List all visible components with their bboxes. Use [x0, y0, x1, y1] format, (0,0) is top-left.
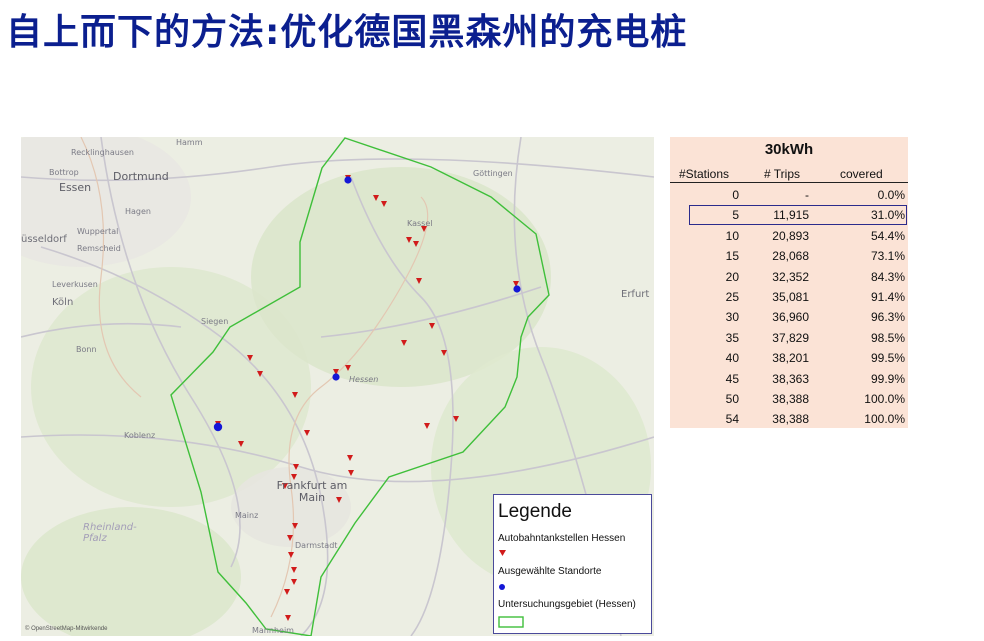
cell-trips: 28,068	[772, 249, 809, 264]
legend-item-stations: Autobahntankstellen Hessen	[498, 533, 626, 544]
map-legend: Legende Autobahntankstellen Hessen Ausge…	[493, 494, 652, 634]
cell-stations: 45	[725, 371, 739, 386]
cell-stations: 25	[725, 290, 739, 304]
map-label-essen: Essen	[59, 181, 92, 194]
map-label-koeln: Köln	[52, 297, 74, 308]
legend-item-area: Untersuchungsgebiet (Hessen)	[498, 599, 636, 610]
cell-covered: 0.0%	[877, 188, 905, 202]
cell-stations: 40	[725, 351, 739, 366]
cell-trips: -	[805, 188, 809, 202]
cell-trips: 38,201	[772, 351, 809, 366]
cell-trips: 11,915	[773, 208, 809, 223]
table-row: 35 37,829 98.5%	[670, 328, 908, 348]
map-label-bottrop: Bottrop	[49, 168, 79, 177]
cell-stations: 35	[725, 330, 739, 345]
map-label-mainz: Mainz	[235, 511, 259, 520]
map-label-hamm: Hamm	[176, 138, 203, 147]
cell-stations: 0	[732, 188, 739, 202]
map-label-mannheim: Mannheim	[252, 626, 294, 635]
map-label-darmstadt: Darmstadt	[295, 541, 338, 550]
coverage-table: 30kWh #Stations # Trips covered 0 - 0.0% 5 1…	[670, 137, 908, 428]
table-row: 0 - 0.0%	[670, 185, 908, 205]
cell-covered: 73.1%	[870, 249, 905, 264]
map-attribution[interactable]: © OpenStreetMap-Mitwirkende	[25, 626, 107, 632]
col-header-covered: covered	[840, 167, 883, 181]
cell-covered: 99.9%	[870, 371, 905, 386]
map-label-duesseldorf: üsseldorf	[21, 234, 67, 245]
blue-dot-icon	[499, 584, 505, 590]
table-row: 10 20,893 54.4%	[670, 226, 908, 246]
map-label-kassel: Kassel	[407, 219, 433, 228]
map-label-rheinland: Rheinland-Pfalz	[83, 522, 137, 544]
cell-covered: 99.5%	[870, 351, 905, 366]
table-row: 50 38,388 100.0%	[670, 389, 908, 409]
map-label-leverkusen: Leverkusen	[52, 280, 98, 289]
cell-stations: 15	[725, 249, 739, 264]
legend-item-selected: Ausgewählte Standorte	[498, 566, 602, 577]
cell-covered: 31.0%	[870, 208, 905, 223]
cell-trips: 32,352	[772, 269, 809, 284]
map-label-hessen: Hessen	[349, 375, 379, 384]
map-label-koblenz: Koblenz	[124, 431, 156, 440]
slide-title: 自上而下的方法:优化德国黑森州的充电桩	[6, 12, 688, 53]
map-label-wuppertal: Wuppertal	[77, 227, 119, 236]
cell-trips: 38,363	[772, 371, 809, 386]
table-title: 30kWh	[764, 141, 814, 158]
map-label-hagen: Hagen	[125, 207, 151, 216]
cell-stations: 54	[725, 412, 739, 427]
cell-covered: 100.0%	[864, 412, 905, 427]
cell-stations: 30	[725, 310, 739, 325]
cell-covered: 54.4%	[870, 228, 905, 243]
map-label-erfurt: Erfurt	[621, 289, 650, 300]
green-rectangle-icon	[498, 616, 524, 628]
cell-covered: 98.5%	[870, 330, 905, 345]
cell-covered: 100.0%	[864, 392, 905, 406]
cell-trips: 38,388	[772, 392, 809, 406]
map-label-bonn: Bonn	[76, 345, 97, 354]
table-row: 15 28,068 73.1%	[670, 246, 908, 266]
red-triangle-icon	[499, 550, 506, 556]
cell-trips: 35,081	[772, 290, 809, 304]
cell-trips: 20,893	[772, 228, 809, 243]
table-row: 30 36,960 96.3%	[670, 307, 908, 327]
cell-stations: 20	[725, 269, 739, 284]
cell-covered: 84.3%	[870, 269, 905, 284]
cell-stations: 10	[725, 228, 739, 243]
map-label-goettingen: Göttingen	[473, 169, 513, 178]
col-header-trips: # Trips	[764, 167, 801, 181]
table-header-divider	[670, 182, 908, 183]
cell-covered: 96.3%	[870, 310, 905, 325]
table-row: 45 38,363 99.9%	[670, 369, 908, 389]
table-row: 54 38,388 100.0%	[670, 409, 908, 429]
map-label-frankfurt: Frankfurt am Main	[276, 479, 348, 504]
table-row: 5 11,915 31.0%	[689, 205, 907, 226]
cell-covered: 91.4%	[870, 290, 905, 304]
cell-stations: 5	[732, 208, 739, 223]
table-row: 40 38,201 99.5%	[670, 348, 908, 368]
table-row: 20 32,352 84.3%	[670, 267, 908, 287]
map-label-remscheid: Remscheid	[77, 244, 121, 253]
cell-trips: 37,829	[772, 330, 809, 345]
cell-stations: 50	[725, 392, 739, 406]
map-label-dortmund: Dortmund	[113, 170, 169, 183]
col-header-stations: #Stations	[679, 167, 730, 181]
table-row: 25 35,081 91.4%	[670, 287, 908, 307]
map-label-siegen: Siegen	[201, 317, 229, 326]
cell-trips: 38,388	[772, 412, 809, 427]
map-label-recklinghausen: Recklinghausen	[71, 148, 134, 157]
legend-title: Legende	[498, 501, 572, 522]
cell-trips: 36,960	[772, 310, 809, 325]
